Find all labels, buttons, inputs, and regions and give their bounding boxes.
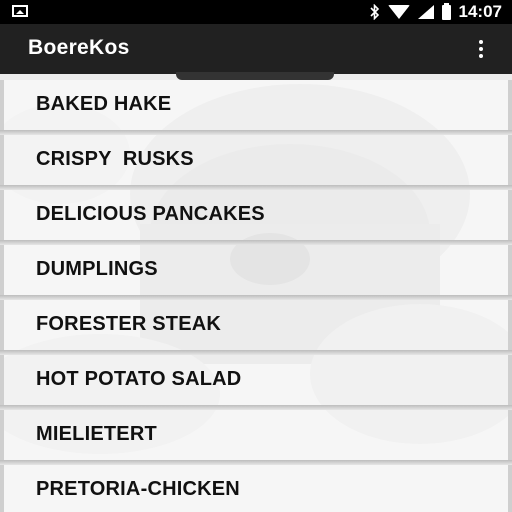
list-item[interactable]: DUMPLINGS	[0, 245, 512, 300]
recipe-label: CRISPY RUSKS	[36, 148, 194, 170]
status-bar: 14:07	[0, 0, 512, 24]
wifi-icon	[387, 5, 410, 19]
app-bar: BoereKos	[0, 24, 512, 74]
signal-icon	[417, 5, 434, 19]
list-item[interactable]: DELICIOUS PANCAKES	[0, 190, 512, 245]
image-notification-icon	[12, 5, 28, 17]
screen: 14:07 BoereKos BAKED HAKE CRISPY RUSKS D…	[0, 0, 512, 512]
list-item[interactable]: BAKED HAKE	[0, 80, 512, 135]
recipe-label: PRETORIA-CHICKEN	[36, 478, 240, 500]
list-item[interactable]: PRETORIA-CHICKEN	[0, 465, 512, 512]
list-item[interactable]: CRISPY RUSKS	[0, 135, 512, 190]
recipe-label: DELICIOUS PANCAKES	[36, 203, 265, 225]
battery-icon	[441, 2, 451, 20]
app-title: BoereKos	[28, 36, 130, 59]
recipe-label: MIELIETERT	[36, 423, 157, 445]
recipe-label: DUMPLINGS	[36, 258, 158, 280]
decorative-handle	[176, 72, 334, 80]
recipe-label: FORESTER STEAK	[36, 313, 222, 335]
list-item[interactable]: FORESTER STEAK	[0, 300, 512, 355]
status-icons: 14:07	[369, 0, 502, 24]
overflow-menu-icon[interactable]	[478, 40, 484, 58]
status-time: 14:07	[458, 2, 502, 21]
recipe-label: BAKED HAKE	[36, 93, 172, 115]
recipe-label: HOT POTATO SALAD	[36, 368, 242, 390]
recipe-list: BAKED HAKE CRISPY RUSKS DELICIOUS PANCAK…	[0, 80, 512, 512]
list-item[interactable]: MIELIETERT	[0, 410, 512, 465]
bluetooth-icon	[369, 4, 380, 20]
list-item[interactable]: HOT POTATO SALAD	[0, 355, 512, 410]
